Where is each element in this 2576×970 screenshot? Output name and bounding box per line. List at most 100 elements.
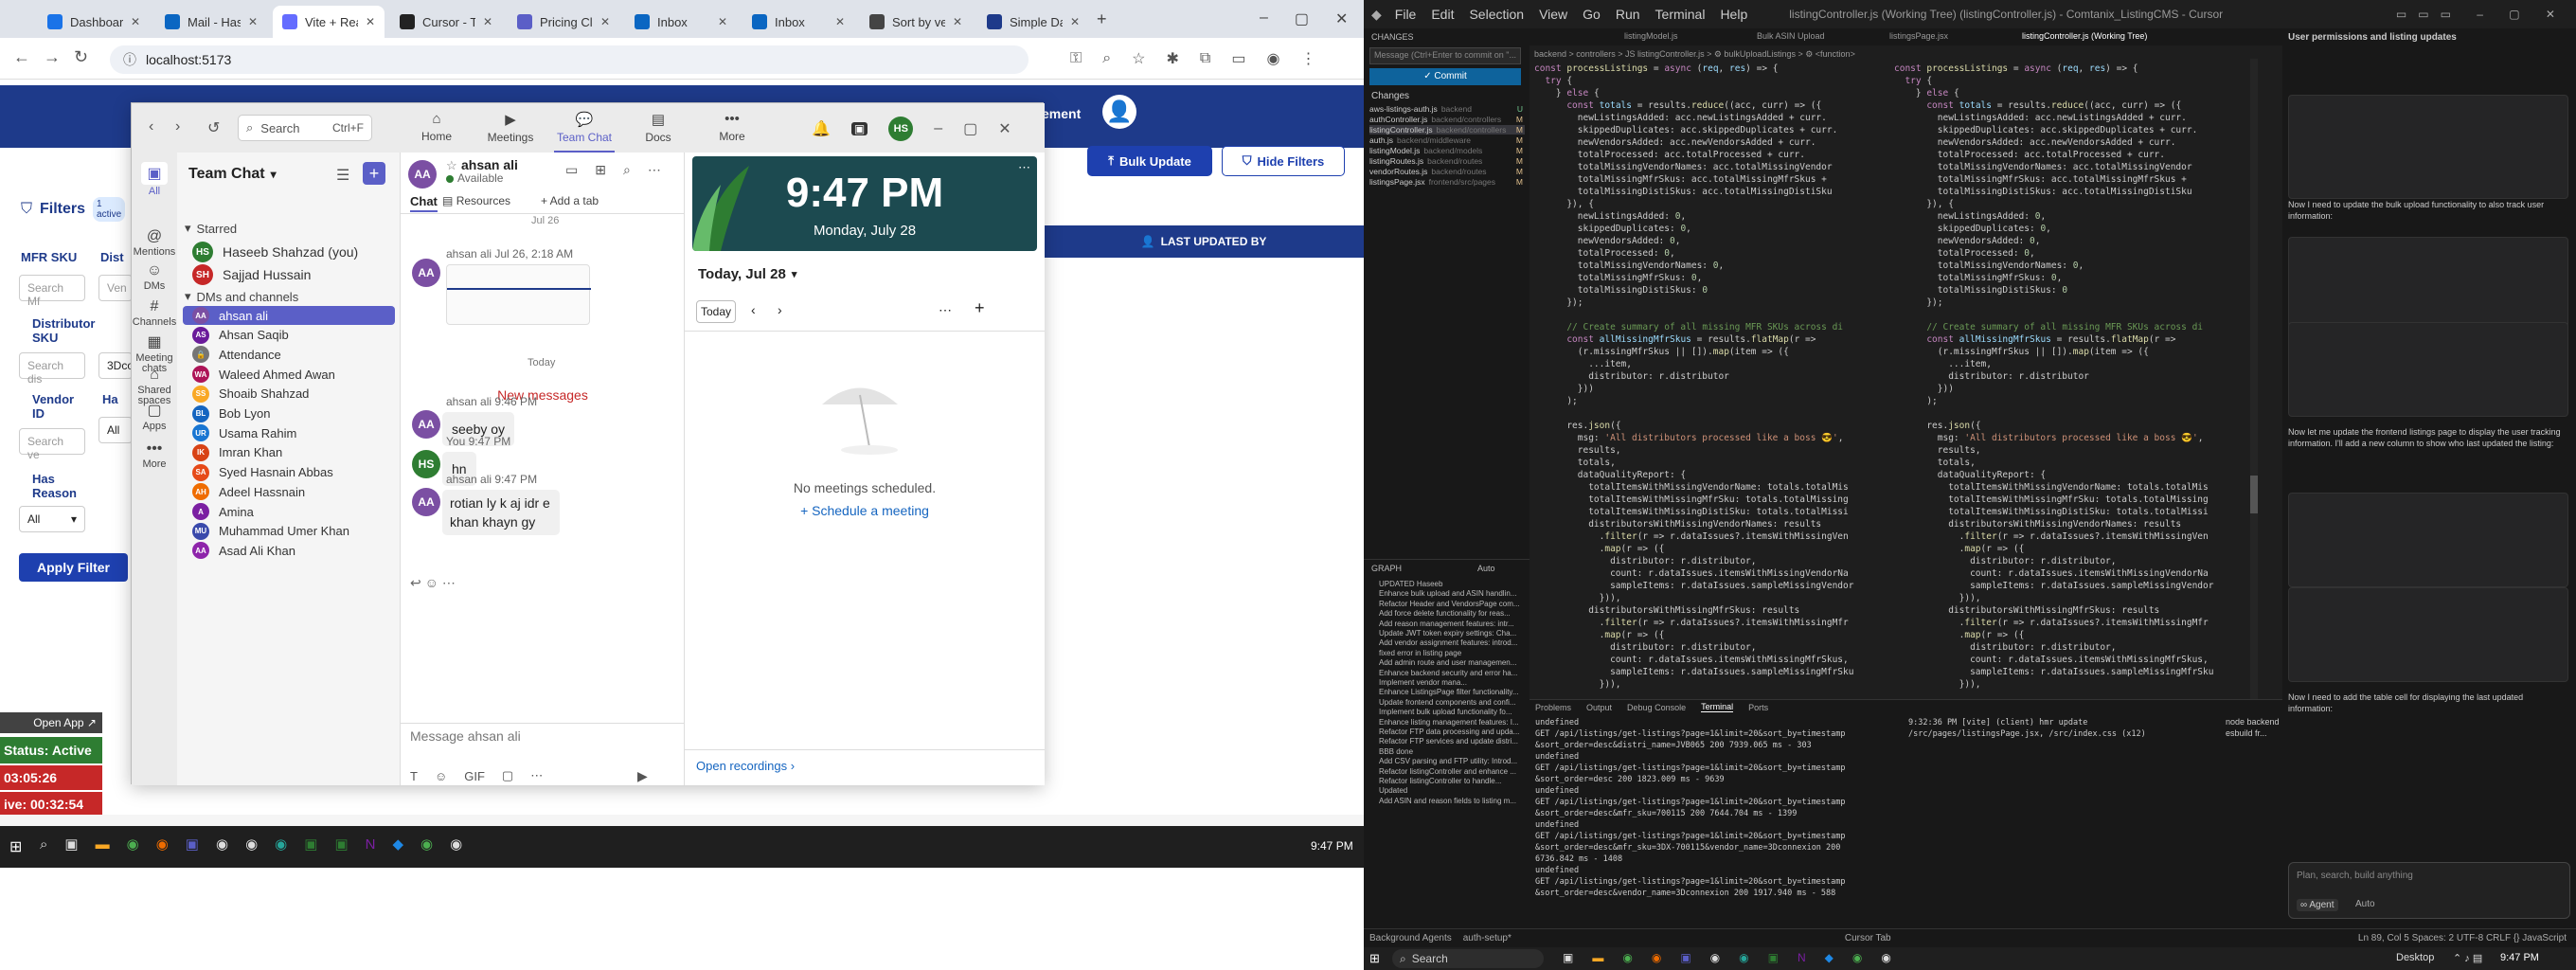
forward-icon[interactable]: › [175,118,180,135]
changed-file-item[interactable]: listingRoutes.js backend/routes M [1369,156,1525,166]
terminal-tab-ports[interactable]: Ports [1748,703,1768,712]
col-fragment-3dco[interactable]: 3Dco [98,352,134,379]
app-icon[interactable]: ◉ [1881,951,1890,964]
onenote-icon[interactable]: N [1798,951,1806,964]
browser-tab[interactable]: Vite + Reac ✕ [273,6,385,38]
commit-item[interactable]: Refactor FTP data processing and upda... [1379,728,1526,736]
rail-item-all[interactable]: ▣ All [132,162,177,197]
window-controls[interactable]: – ▢ ✕ [1260,9,1348,28]
close-tab-icon[interactable]: ✕ [953,15,962,28]
commit-item[interactable]: Enhance ListingsPage filter functionalit… [1379,688,1526,696]
graph-auto[interactable]: Auto [1477,564,1495,573]
bell-icon[interactable]: 🔔 [812,119,831,138]
task-view-icon[interactable]: ▣ [1563,951,1573,964]
more-icon[interactable]: ⋯ [442,575,456,590]
list-item[interactable]: 🔒 Attendance [183,345,395,364]
app-icon[interactable]: ◉ [245,835,258,853]
tab-more[interactable]: ••• More [702,111,762,153]
minimize-icon[interactable]: – [934,120,942,137]
key-icon[interactable]: ⚿ [1070,50,1082,67]
menu-item-help[interactable]: Help [1720,7,1747,22]
tab-docs[interactable]: ▤ Docs [628,111,689,153]
menu-icon[interactable]: ⋮ [1300,49,1315,68]
chat-input-box[interactable]: Plan, search, build anything ∞ Agent Aut… [2288,862,2570,919]
list-item[interactable]: SS Shoaib Shahzad [183,385,395,404]
editor-tab[interactable]: Bulk ASIN Upload [1757,31,1825,41]
open-app-button[interactable]: Open App ↗ [0,712,102,733]
vscode-icon[interactable]: ◆ [1825,951,1834,964]
commit-item[interactable]: Add reason management features: intr... [1379,620,1526,628]
maximize-icon[interactable]: ▢ [1295,9,1309,28]
col-fragment-all[interactable]: All [98,417,133,443]
code-snippet-card[interactable] [2288,493,2568,587]
send-icon[interactable]: ▶ [637,768,648,784]
message-composer[interactable]: Message ahsan ali [410,728,675,751]
browser-tab[interactable]: Mail - Has ✕ [155,6,267,38]
code-snippet-card[interactable] [2288,587,2568,682]
distributor-sku-input[interactable]: Search dis [19,352,85,386]
list-item[interactable]: AS Ahsan Saqib [183,326,395,345]
more-icon[interactable]: ⋯ [1018,160,1030,175]
new-chat-button[interactable]: + [363,162,385,185]
col-fragment-ven[interactable]: Ven [98,275,133,301]
teams-icon[interactable]: ▣ [1680,951,1690,964]
whiteboard-icon[interactable]: ▣ [850,122,868,135]
rail-item-apps[interactable]: ▢ Apps [132,401,177,432]
chrome-icon[interactable]: ◉ [127,835,139,853]
commit-button[interactable]: ✓ Commit [1369,68,1521,85]
menu-item-view[interactable]: View [1539,7,1567,22]
commit-item[interactable]: Add ASIN and reason fields to listing m.… [1379,797,1526,805]
list-item[interactable]: IK Imran Khan [183,443,395,462]
tab-home[interactable]: ⌂ Home [406,111,467,153]
code-snippet-card[interactable] [2288,95,2568,199]
app-icon[interactable]: ◉ [1710,951,1720,964]
commit-item[interactable]: UPDATED Haseeb [1379,580,1526,588]
chat-list-title[interactable]: Team Chat ▾ [188,166,277,183]
code-snippet-card[interactable] [2288,237,2568,332]
commit-item[interactable]: Update JWT token expiry settings: Cha... [1379,629,1526,638]
chrome-icon[interactable]: ◉ [1852,951,1862,964]
mfr-sku-input[interactable]: Search Mf [19,275,85,308]
close-icon[interactable]: ✕ [1335,9,1348,28]
taskbar-search[interactable]: ⌕ Search [1392,949,1544,968]
commit-item[interactable]: Refactor Header and VendorsPage com... [1379,600,1526,608]
browser-tab[interactable]: Dashboard ✕ [38,6,150,38]
code-snippet-card[interactable] [2288,322,2568,417]
menu-item-selection[interactable]: Selection [1469,7,1524,22]
status-position[interactable]: Ln 89, Col 5 Spaces: 2 UTF-8 CRLF {} Jav… [2358,933,2567,943]
app-icon[interactable]: ◉ [275,835,287,853]
changed-file-item[interactable]: authController.js backend/controllers M [1369,115,1525,124]
rail-item-more[interactable]: ••• More [132,440,177,470]
chrome-icon[interactable]: ◉ [420,835,433,853]
search-icon[interactable]: ⌕ [40,836,47,853]
system-tray-icons[interactable]: ⌃ ♪ ▤ [2453,952,2482,964]
editor-scrollbar[interactable] [2250,59,2258,699]
scrollbar-thumb[interactable] [2250,476,2258,513]
tab-team-chat[interactable]: 💬 Team Chat [554,111,615,153]
browser-tab[interactable]: Sort by ve ✕ [860,6,972,38]
back-icon[interactable]: ← [13,47,30,67]
url-field[interactable]: ⓘ localhost:5173 [110,45,1029,74]
rail-item-mentions[interactable]: @ Mentions [132,228,177,258]
terminal-tab-debug-console[interactable]: Debug Console [1627,703,1686,712]
more-icon[interactable]: ⋯ [530,768,543,783]
vendor-id-input[interactable]: Search ve [19,428,85,461]
user-avatar-icon[interactable]: 👤 [1102,95,1136,129]
add-event-icon[interactable]: + [975,298,985,318]
menu-item-go[interactable]: Go [1583,7,1601,22]
windows-start-icon[interactable]: ⊞ [1369,951,1380,966]
excel-icon[interactable]: ▣ [304,835,317,853]
terminal-tab-problems[interactable]: Problems [1535,703,1571,712]
app-icon[interactable]: ◉ [450,835,462,853]
screen-share-icon[interactable]: ⊞ [595,162,606,178]
rail-item-channels[interactable]: # Channels [132,298,177,328]
commit-item[interactable]: Add admin route and user managemen... [1379,658,1526,667]
commit-item[interactable]: Add vendor assignment features: introd..… [1379,638,1526,647]
vscode-icon[interactable]: ◆ [392,835,403,853]
teams-icon[interactable]: ▣ [186,835,199,853]
minimize-icon[interactable]: – [1260,9,1268,28]
list-item[interactable]: AA ahsan ali [183,306,395,325]
puzzle-icon[interactable]: ⧉ [1200,50,1210,67]
list-item[interactable]: MU Muhammad Umer Khan [183,522,395,541]
message-bubble[interactable]: rotian ly k aj idr e khan khayn gy [442,490,560,535]
